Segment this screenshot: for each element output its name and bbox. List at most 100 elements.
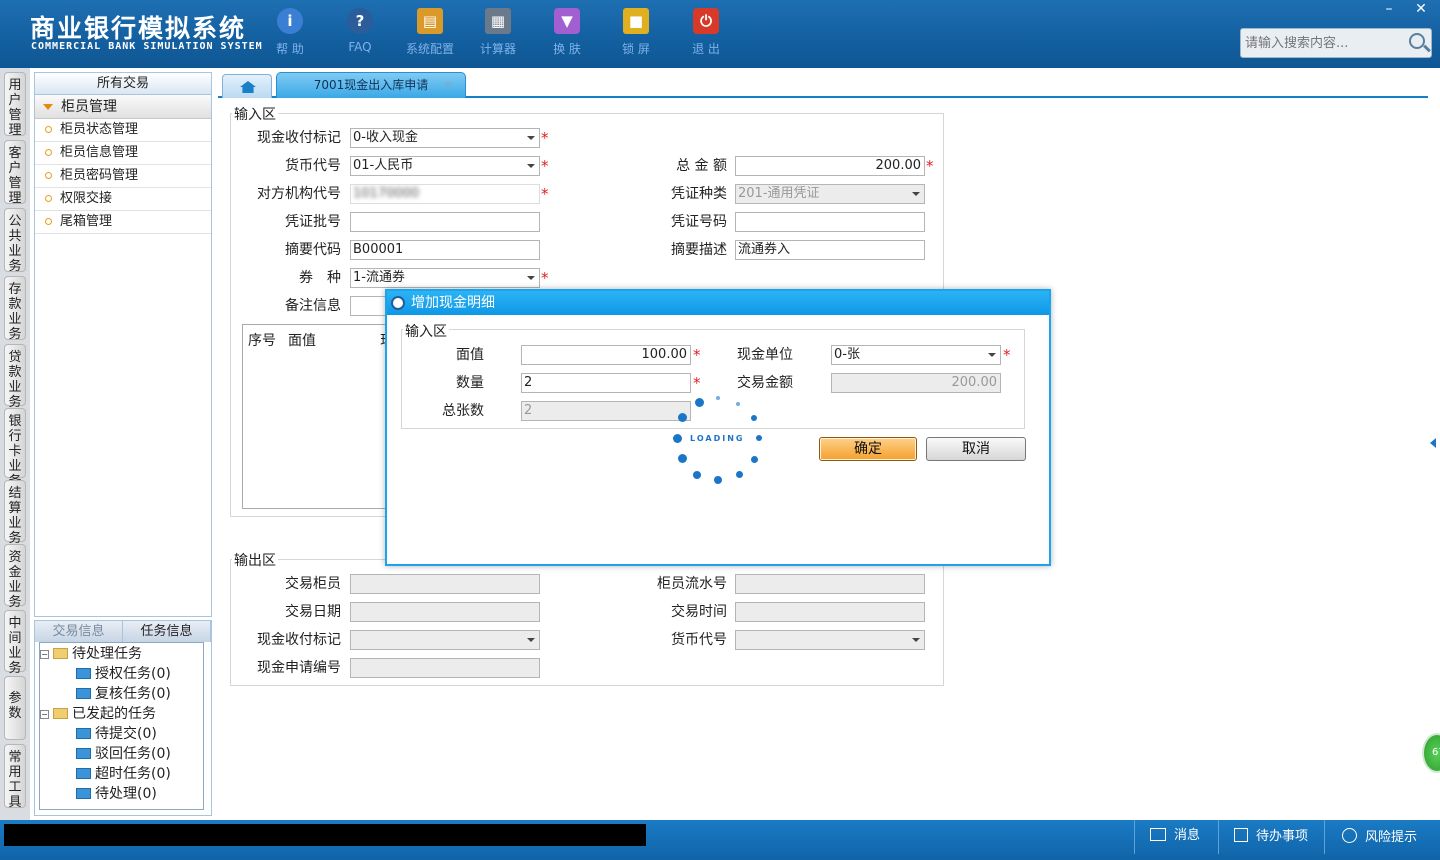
- total-sheets-label: 总张数: [442, 403, 484, 419]
- home-tab[interactable]: [222, 74, 272, 98]
- menu-group-teller[interactable]: 柜员管理: [35, 95, 211, 119]
- summary-code-field[interactable]: B00001: [350, 240, 540, 260]
- tree-node-initiated[interactable]: − 已发起的任务: [40, 704, 203, 724]
- status-divider: [1134, 820, 1135, 854]
- spinner-dot: [756, 435, 762, 441]
- minimize-button[interactable]: –: [1374, 0, 1404, 18]
- quantity-field[interactable]: 2: [521, 373, 691, 393]
- cash-unit-select[interactable]: 0-张: [831, 345, 1001, 365]
- cancel-button[interactable]: 取消: [926, 437, 1026, 461]
- trade-amount-field: 200.00: [831, 373, 1001, 393]
- tree-node-pending[interactable]: − 待处理任务: [40, 644, 203, 664]
- coupon-type-select[interactable]: 1-流通券: [350, 268, 540, 288]
- search-icon[interactable]: [1409, 33, 1425, 49]
- vtab-params[interactable]: 参数: [4, 676, 26, 740]
- spinner-dot: [751, 456, 758, 463]
- status-risk[interactable]: 风险提示: [1342, 828, 1417, 846]
- status-messages[interactable]: 消息: [1150, 828, 1200, 844]
- chevron-down-icon: [527, 136, 535, 140]
- close-button[interactable]: ✕: [1406, 0, 1436, 18]
- spinner-dot: [673, 434, 682, 443]
- currency-label: 货币代号: [285, 158, 341, 174]
- out-currency-select: [735, 630, 925, 650]
- vtab-settlement[interactable]: 结算业务: [4, 480, 26, 546]
- remark-field[interactable]: [350, 296, 390, 316]
- remark-label: 备注信息: [285, 298, 341, 314]
- summary-desc-field[interactable]: 流通券入: [735, 240, 925, 260]
- batch-no-label: 凭证批号: [285, 214, 341, 230]
- close-tab-icon[interactable]: ×: [443, 73, 453, 97]
- face-value-field[interactable]: 100.00: [521, 345, 691, 365]
- collapse-icon[interactable]: −: [40, 650, 49, 659]
- vtab-bank-card[interactable]: 银行卡业务: [4, 408, 26, 489]
- menu-item-teller-password[interactable]: 柜员密码管理: [35, 165, 211, 188]
- vtab-customer-mgmt[interactable]: 客户管理: [4, 140, 26, 206]
- skin-button[interactable]: ▼ 换 肤: [537, 8, 597, 57]
- tree-node-auth[interactable]: 授权任务(0): [40, 664, 203, 684]
- side-collapse-icon[interactable]: [1430, 438, 1436, 448]
- tab-task-info[interactable]: 任务信息: [123, 621, 211, 642]
- chevron-down-icon: [988, 353, 996, 357]
- task-icon: [76, 748, 91, 759]
- vtab-user-mgmt[interactable]: 用户管理: [4, 72, 26, 138]
- tree-node-to-submit[interactable]: 待提交(0): [40, 724, 203, 744]
- search-input[interactable]: [1241, 29, 1401, 57]
- floating-badge[interactable]: 67: [1422, 733, 1440, 773]
- bullet-icon: [45, 218, 52, 225]
- total-amount-label: 总 金 额: [676, 158, 727, 174]
- required-mark: *: [541, 129, 549, 147]
- org-code-field[interactable]: 10170000: [350, 184, 540, 204]
- exit-button[interactable]: ⏻ 退 出: [676, 8, 736, 57]
- collapse-icon[interactable]: −: [40, 710, 49, 719]
- status-todo[interactable]: 待办事项: [1234, 828, 1308, 845]
- spinner-dot: [736, 402, 740, 406]
- system-config-button[interactable]: ▤ 系统配置: [400, 8, 460, 57]
- tab-7001-cash-request[interactable]: 7001现金出入库申请 ×: [276, 72, 466, 98]
- chevron-down-icon: [527, 164, 535, 168]
- tree-node-review[interactable]: 复核任务(0): [40, 684, 203, 704]
- task-panel: 交易信息 任务信息 − 待处理任务 授权任务(0) 复核任务(0) − 已发起的任务…: [34, 620, 212, 816]
- menu-item-teller-info[interactable]: 柜员信息管理: [35, 142, 211, 165]
- bullet-icon: [45, 172, 52, 179]
- cash-flag-select[interactable]: 0-收入现金: [350, 128, 540, 148]
- batch-no-field[interactable]: [350, 212, 540, 232]
- calculator-icon: ▦: [485, 8, 511, 34]
- vtab-loan[interactable]: 贷款业务: [4, 344, 26, 410]
- required-mark: *: [541, 269, 549, 287]
- menu-header[interactable]: 所有交易: [35, 73, 211, 95]
- faq-button[interactable]: ? FAQ: [330, 8, 390, 54]
- vtab-public-business[interactable]: 公共业务: [4, 208, 26, 274]
- cash-flag-label: 现金收付标记: [257, 130, 341, 146]
- status-divider: [1324, 820, 1325, 854]
- lock-screen-button[interactable]: ■ 锁 屏: [606, 8, 666, 57]
- tree-node-to-process[interactable]: 待处理(0): [40, 784, 203, 804]
- currency-select[interactable]: 01-人民币: [350, 156, 540, 176]
- task-icon: [76, 728, 91, 739]
- teller-field: [350, 574, 540, 594]
- dialog-title-bar[interactable]: 增加现金明细: [387, 291, 1049, 315]
- vtab-intermediary[interactable]: 中间业务: [4, 610, 26, 676]
- menu-item-cash-box[interactable]: 尾箱管理: [35, 211, 211, 234]
- menu-item-teller-status[interactable]: 柜员状态管理: [35, 119, 211, 142]
- required-mark: *: [1003, 346, 1011, 364]
- search-box: [1240, 28, 1432, 58]
- help-button[interactable]: i 帮 助: [260, 8, 320, 57]
- vtab-tools[interactable]: 常用工具: [4, 744, 26, 810]
- total-amount-field[interactable]: 200.00: [735, 156, 925, 176]
- table-header-face: 面值: [288, 333, 316, 349]
- voucher-no-label: 凭证号码: [671, 214, 727, 230]
- tree-node-rejected[interactable]: 驳回任务(0): [40, 744, 203, 764]
- voucher-no-field[interactable]: [735, 212, 925, 232]
- vtab-deposit[interactable]: 存款业务: [4, 276, 26, 342]
- tab-transaction-info[interactable]: 交易信息: [35, 621, 123, 642]
- vtab-funds[interactable]: 资金业务: [4, 544, 26, 610]
- voucher-type-select[interactable]: 201-通用凭证: [735, 184, 925, 204]
- tree-node-timeout[interactable]: 超时任务(0): [40, 764, 203, 784]
- menu-item-handover[interactable]: 权限交接: [35, 188, 211, 211]
- calculator-button[interactable]: ▦ 计算器: [468, 8, 528, 57]
- total-sheets-field: 2: [521, 401, 691, 421]
- spinner-dot: [695, 398, 704, 407]
- confirm-button[interactable]: 确定: [819, 437, 917, 461]
- bullet-icon: [45, 195, 52, 202]
- top-bar: 商业银行模拟系统 COMMERCIAL BANK SIMULATION SYST…: [0, 0, 1440, 68]
